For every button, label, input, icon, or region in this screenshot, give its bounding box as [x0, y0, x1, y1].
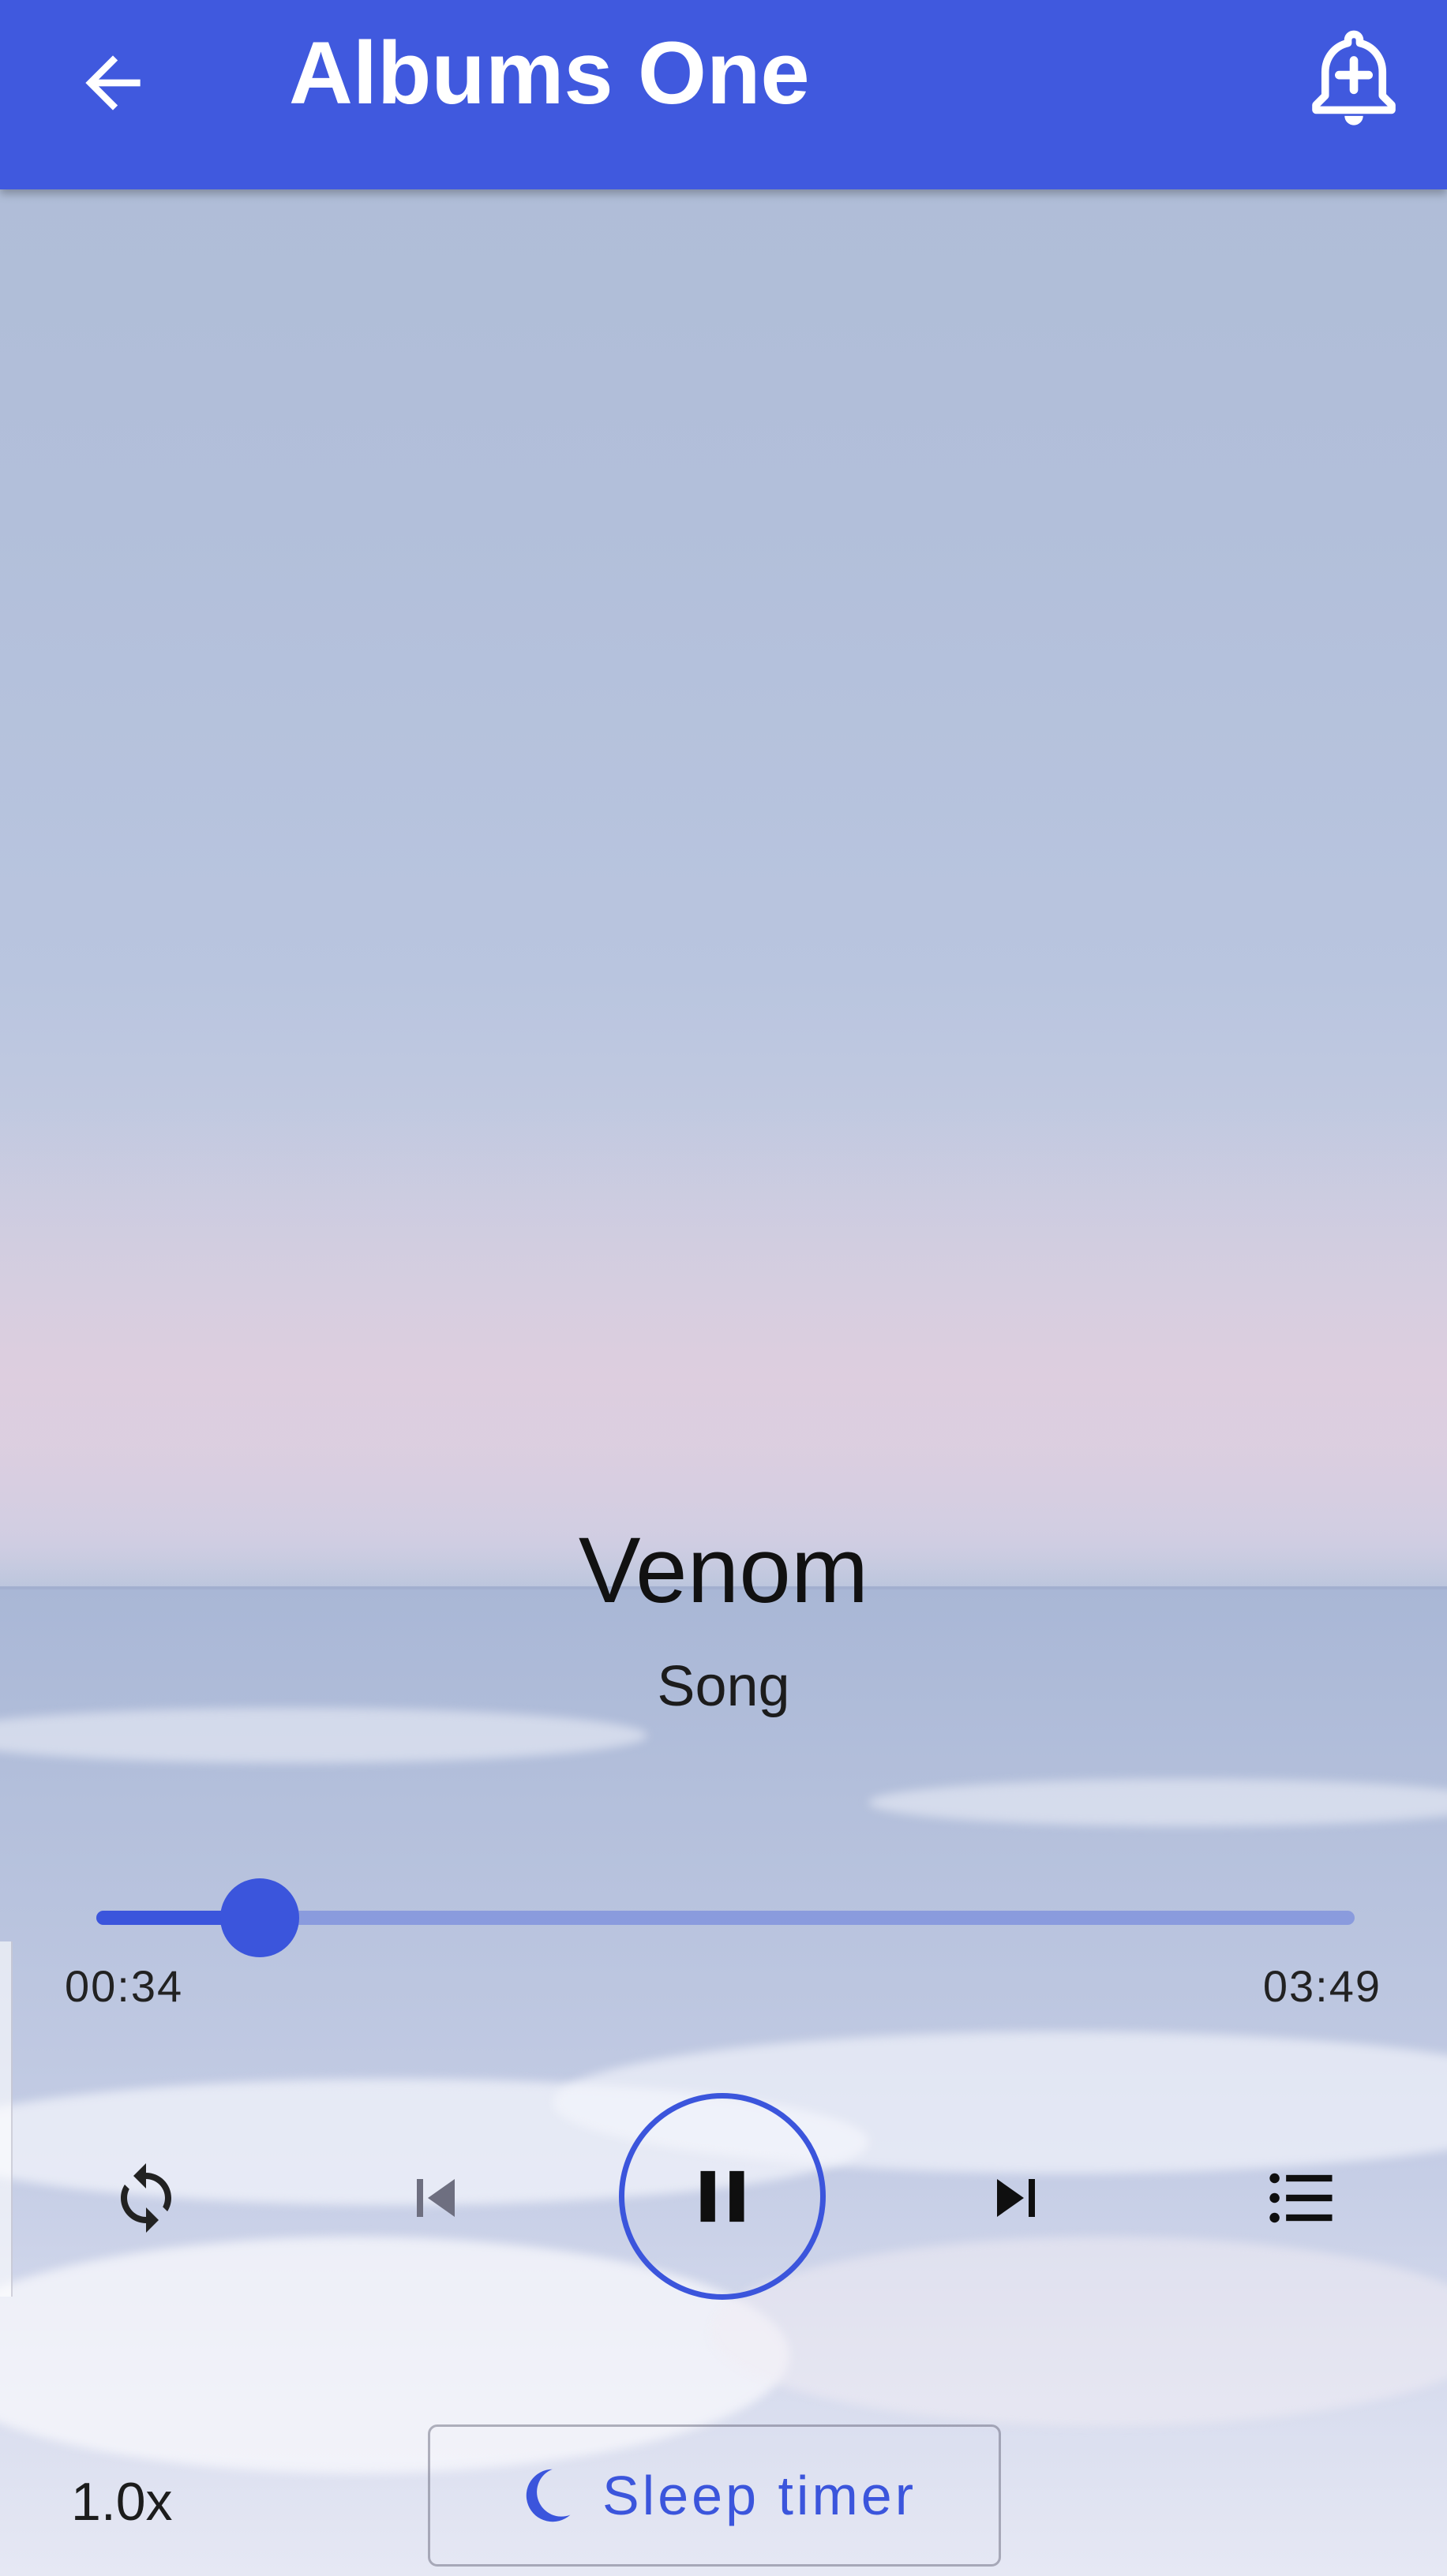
- sleep-timer-label: Sleep timer: [602, 2465, 917, 2526]
- previous-button[interactable]: [384, 2147, 487, 2249]
- background-wave: [868, 1779, 1447, 1826]
- alarm-add-button[interactable]: [1295, 21, 1413, 139]
- play-pause-button[interactable]: [619, 2093, 826, 2300]
- song-title: Venom: [578, 1518, 869, 1623]
- queue-button[interactable]: [1251, 2147, 1354, 2249]
- song-subtitle: Song: [657, 1655, 790, 1718]
- total-duration: 03:49: [1262, 1961, 1381, 2011]
- page-title: Albums One: [289, 24, 810, 122]
- elapsed-time: 00:34: [65, 1961, 184, 2011]
- sleep-timer-button[interactable]: Sleep timer: [428, 2424, 1001, 2567]
- seek-bar[interactable]: [96, 1878, 1355, 1957]
- repeat-icon: [121, 2163, 171, 2233]
- top-app-bar: Albums One: [0, 0, 1447, 189]
- skip-next-icon: [997, 2179, 1035, 2217]
- playback-speed-button[interactable]: 1.0x: [71, 2462, 197, 2541]
- moon-icon: [526, 2469, 571, 2522]
- skip-previous-icon: [417, 2179, 455, 2217]
- back-button[interactable]: [62, 32, 164, 134]
- background-wave: [710, 2237, 1447, 2426]
- edge-handle[interactable]: [0, 1941, 13, 2297]
- alarm-add-icon: [1312, 30, 1396, 125]
- seek-thumb[interactable]: [220, 1878, 299, 1957]
- repeat-button[interactable]: [95, 2147, 197, 2249]
- next-button[interactable]: [965, 2147, 1067, 2249]
- player-screen: Albums One Venom Song 00:34 03:49 1.0x S…: [0, 0, 1447, 2576]
- arrow-back-icon: [85, 55, 141, 110]
- pause-icon: [700, 2170, 744, 2222]
- queue-list-icon: [1269, 2173, 1333, 2223]
